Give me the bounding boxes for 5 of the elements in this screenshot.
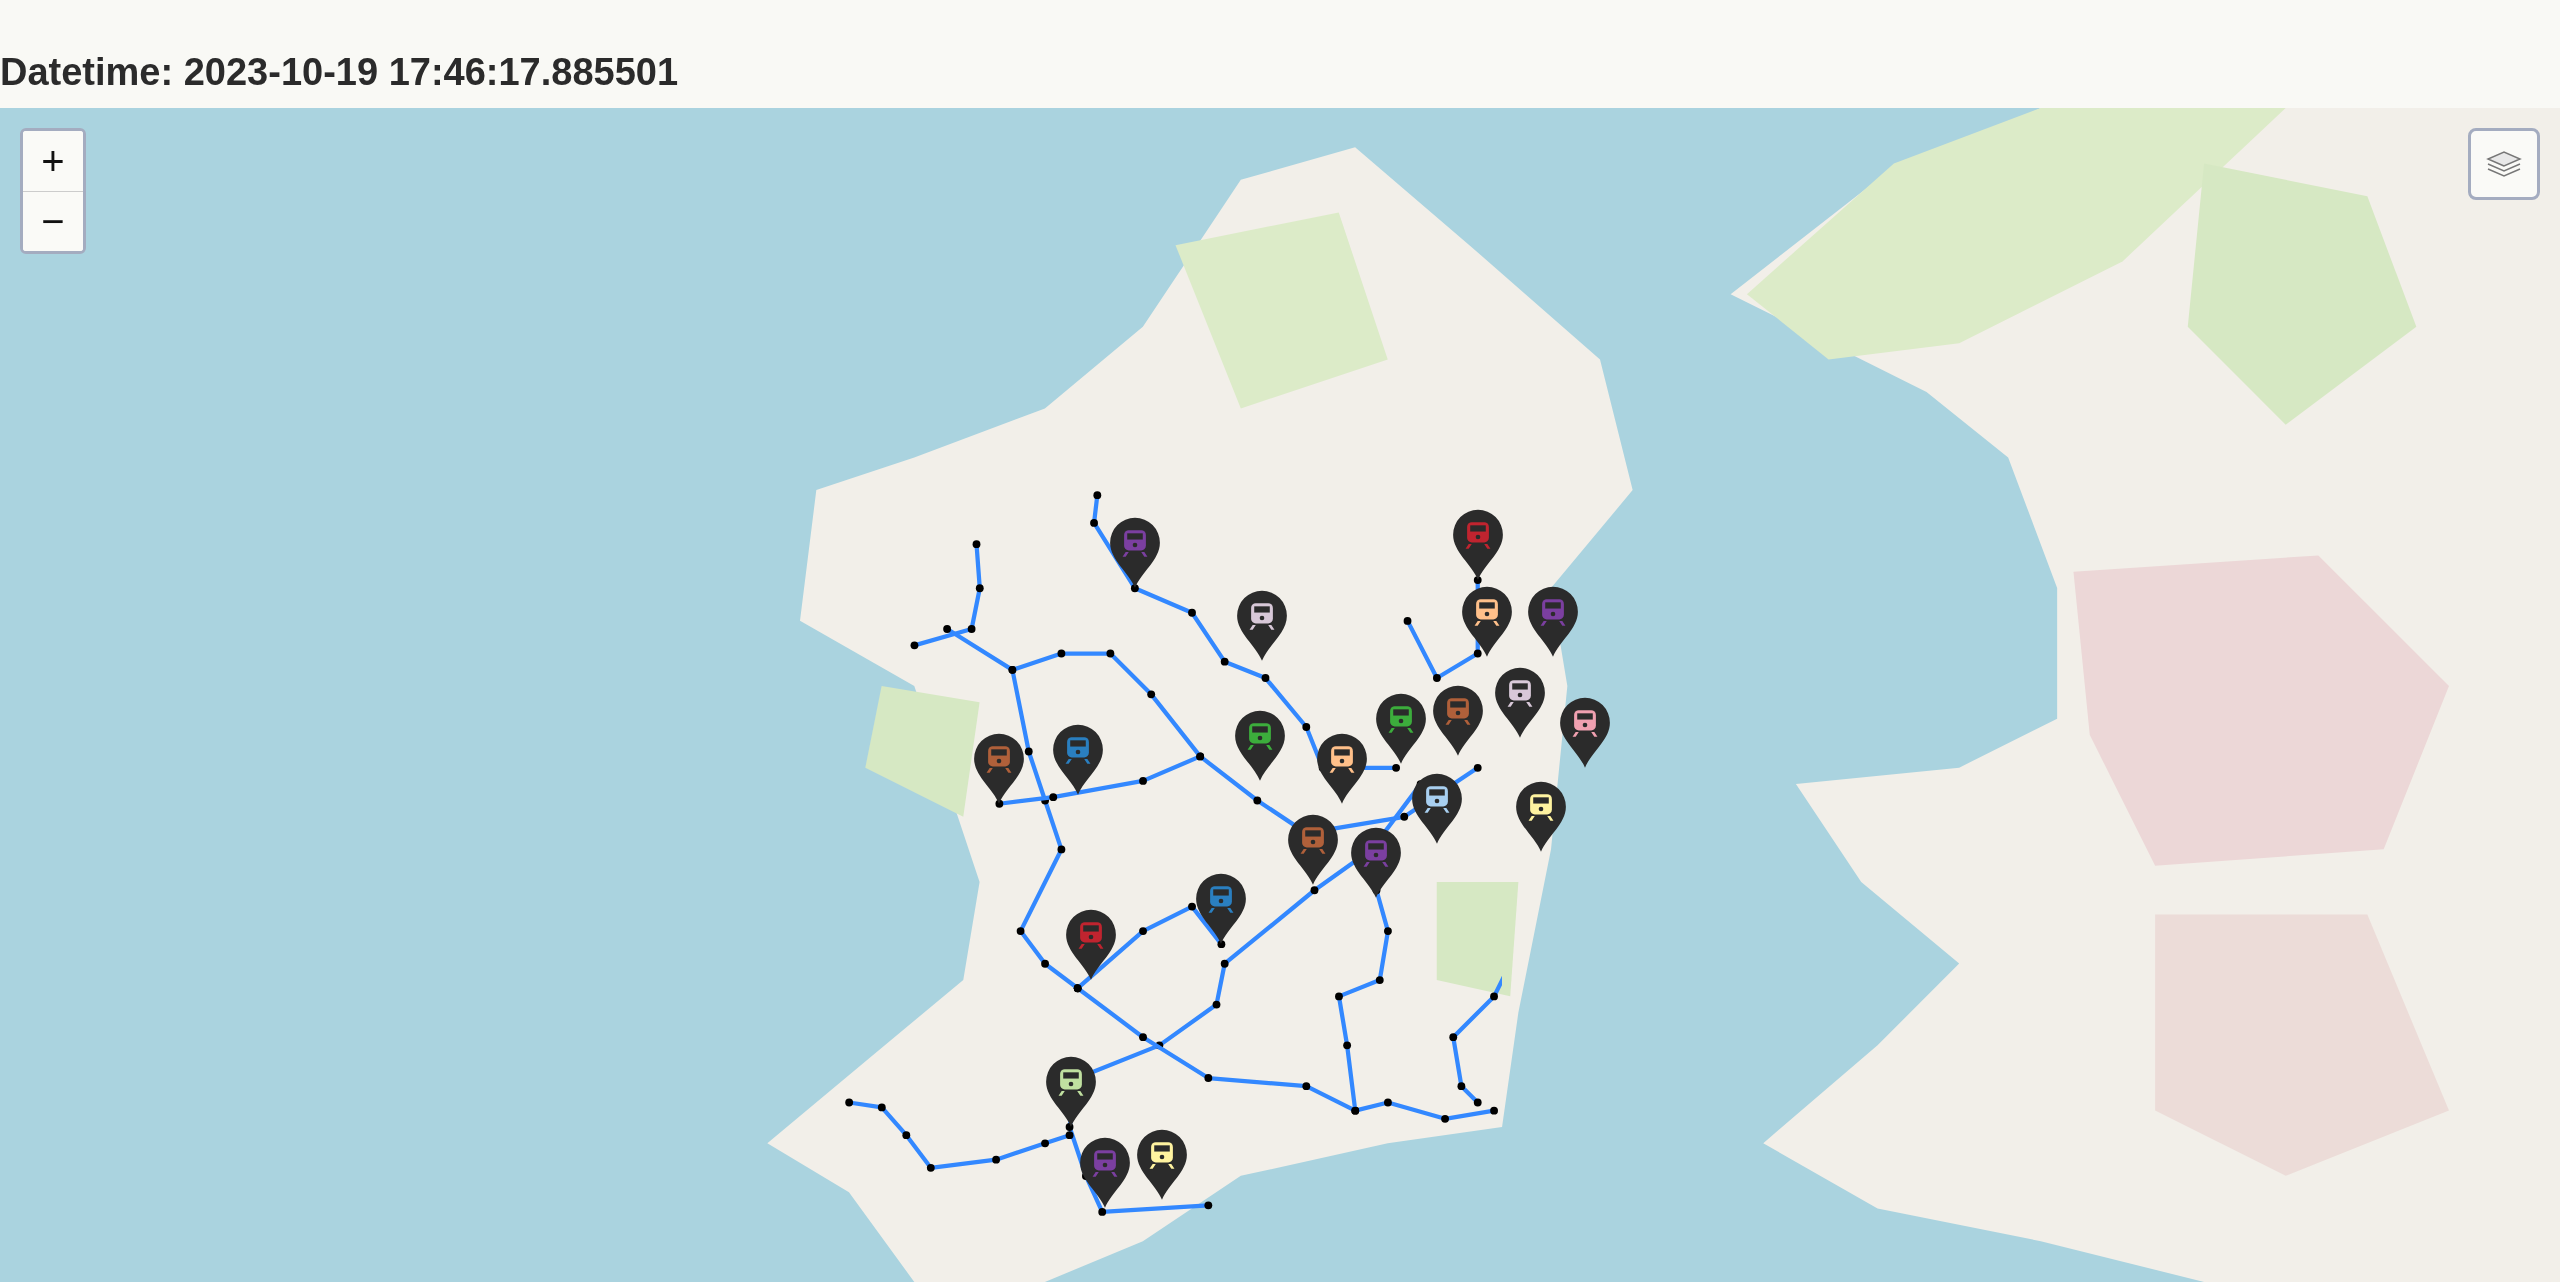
layers-button[interactable]	[2468, 128, 2540, 200]
train-marker-icon[interactable]	[1043, 1054, 1099, 1127]
train-marker-icon[interactable]	[1492, 666, 1548, 739]
zoom-out-button[interactable]: −	[23, 191, 83, 251]
datetime-heading: Datetime: 2023-10-19 17:46:17.885501	[0, 51, 679, 94]
